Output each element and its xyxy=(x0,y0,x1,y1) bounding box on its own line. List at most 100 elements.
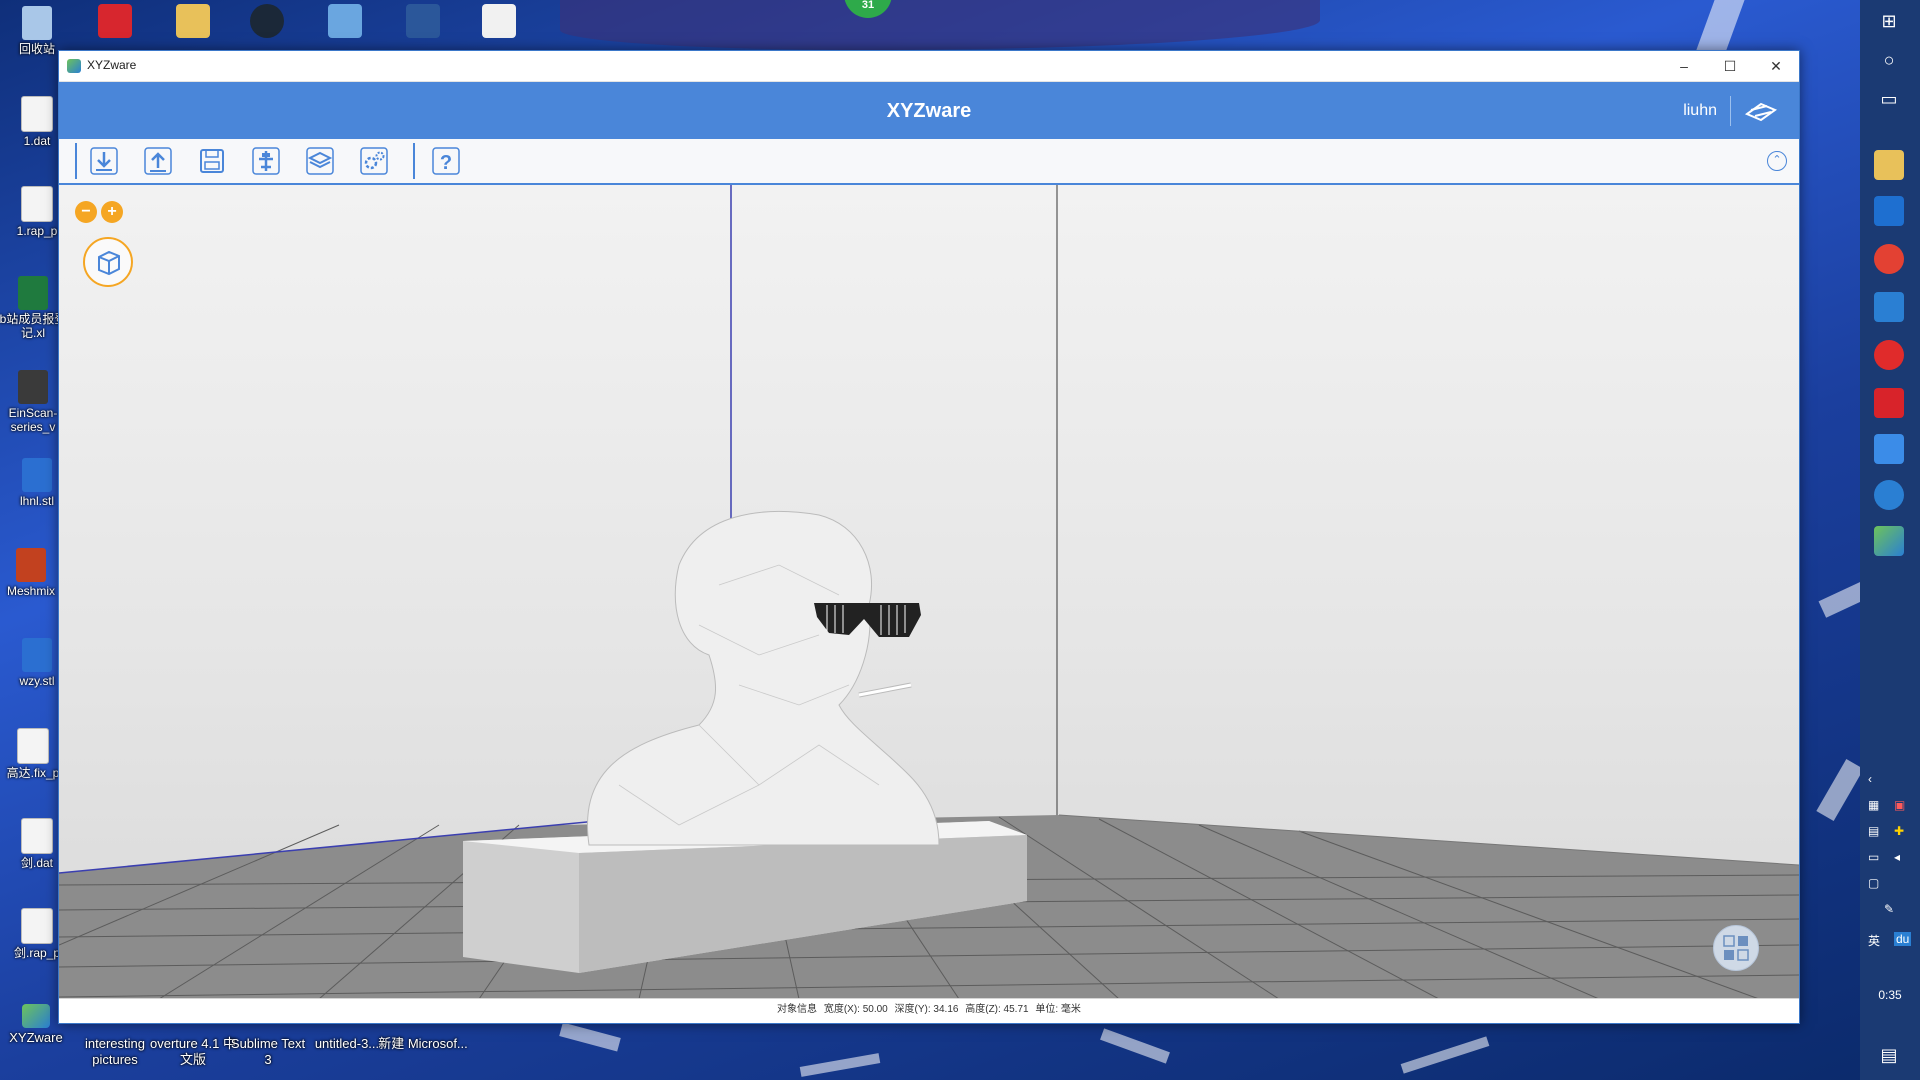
window-title: XYZware xyxy=(87,58,137,72)
adobe-cc-icon[interactable] xyxy=(98,4,132,38)
scene-grid xyxy=(59,185,1799,999)
meshmixer-icon xyxy=(16,548,46,582)
desktop-icon-label: Sublime Text 3 xyxy=(230,1036,306,1067)
tray-icon[interactable]: ▦ xyxy=(1868,798,1879,812)
close-button[interactable]: ✕ xyxy=(1753,51,1799,81)
zoom-in-button[interactable]: + xyxy=(101,201,123,223)
settings-button[interactable] xyxy=(357,145,391,177)
scanner-app-icon xyxy=(18,370,48,404)
file-icon xyxy=(17,728,49,764)
status-object-info-label: 对象信息 xyxy=(777,1004,818,1015)
view-layout-button[interactable] xyxy=(1713,925,1759,971)
file-icon xyxy=(21,818,53,854)
save-button[interactable] xyxy=(195,145,229,177)
tray-icon[interactable]: ✚ xyxy=(1894,824,1904,838)
chrome-icon[interactable] xyxy=(1874,244,1904,274)
steam-icon[interactable] xyxy=(250,4,284,38)
import-button[interactable] xyxy=(87,145,121,177)
xyz-logo-icon[interactable] xyxy=(1743,96,1779,126)
header-divider xyxy=(1730,96,1731,126)
tray-icon[interactable]: ▤ xyxy=(1868,824,1879,838)
app-name: XYZware xyxy=(886,100,972,122)
gear-icon xyxy=(360,147,388,175)
chevron-left-icon[interactable]: ‹ xyxy=(1868,772,1872,786)
desktop-icon-label: overture 4.1 中文版 xyxy=(150,1036,236,1067)
stl-file-icon xyxy=(22,458,52,492)
word-icon[interactable] xyxy=(406,4,440,38)
desktop-icon-overture[interactable]: overture 4.1 中文版 xyxy=(148,1036,238,1068)
qq-icon[interactable] xyxy=(1874,480,1904,510)
app-header: XYZware liuhn xyxy=(59,82,1799,139)
layers-icon xyxy=(306,147,334,175)
ime-label[interactable]: 英 xyxy=(1868,932,1880,949)
clock[interactable]: 0:35 xyxy=(1860,988,1920,1002)
import-icon xyxy=(90,147,118,175)
view-layout-icon xyxy=(1723,935,1749,961)
notification-center-icon[interactable]: ▤ xyxy=(1874,1040,1904,1070)
status-depth: 深度(Y): 34.16 xyxy=(894,1004,959,1015)
toolbar-divider xyxy=(75,143,77,179)
formula-icon[interactable] xyxy=(482,4,516,38)
maximize-button[interactable]: ☐ xyxy=(1707,51,1753,81)
desktop-icon-folder[interactable]: interesting pictures xyxy=(70,1036,160,1068)
3d-viewport[interactable]: − + xyxy=(59,185,1799,999)
window-titlebar[interactable]: XYZware – ☐ ✕ xyxy=(59,51,1799,82)
zoom-out-button[interactable]: − xyxy=(75,201,97,223)
desktop-icon-recycle-bin[interactable]: 回收站 xyxy=(2,6,72,56)
cube-icon xyxy=(98,250,120,276)
battery-icon[interactable]: ▭ xyxy=(1868,850,1879,864)
spreadsheet-icon xyxy=(18,276,48,310)
help-icon: ? xyxy=(432,147,460,175)
volume-icon[interactable]: ◂ xyxy=(1894,850,1900,864)
app-icon xyxy=(67,59,81,73)
export-icon xyxy=(144,147,172,175)
mail-icon[interactable] xyxy=(1874,292,1904,322)
file-icon xyxy=(21,96,53,132)
desktop-icon-label: 新建 Microsof... xyxy=(378,1036,468,1051)
baidu-netdisk-icon[interactable] xyxy=(1874,434,1904,464)
tray-icon[interactable]: ▣ xyxy=(1894,798,1905,812)
desktop-icon-meshmixer[interactable]: Meshmix xyxy=(0,548,66,598)
help-button[interactable]: ? xyxy=(429,145,463,177)
network-icon[interactable]: ▢ xyxy=(1868,876,1879,890)
username[interactable]: liuhn xyxy=(1683,102,1717,120)
toolbar-divider xyxy=(413,143,415,179)
desktop-icon-sublime[interactable]: Sublime Text 3 xyxy=(228,1036,308,1068)
ime-du-badge[interactable]: du xyxy=(1894,932,1912,946)
status-unit: 单位: 毫米 xyxy=(1035,1004,1081,1015)
start-button[interactable]: ⊞ xyxy=(1874,6,1904,36)
wallpaper-figure xyxy=(560,0,1320,50)
minimize-button[interactable]: – xyxy=(1661,51,1707,81)
slice-button[interactable] xyxy=(303,145,337,177)
desktop-icon-label: Meshmix xyxy=(6,584,55,598)
recycle-bin-icon xyxy=(22,6,52,40)
status-bar: 对象信息 宽度(X): 50.00 深度(Y): 34.16 高度(Z): 45… xyxy=(59,998,1799,1023)
youdao-icon[interactable] xyxy=(1874,388,1904,418)
export-button[interactable] xyxy=(141,145,175,177)
task-view-icon[interactable]: ▭ xyxy=(1874,84,1904,114)
desktop-icon-column: 回收站 1.dat 1.rap_p b站成员报登记.xl EinScan-ser… xyxy=(0,0,66,1080)
view-cube-button[interactable] xyxy=(83,237,133,287)
edge-icon[interactable] xyxy=(1874,196,1904,226)
file-explorer-icon[interactable] xyxy=(1874,150,1904,180)
taskbar: ⊞ ○ ▭ ‹ ▦ ▣ ▤ ✚ ▭ ◂ ▢ ✎ 英 du 0:35 ▤ xyxy=(1860,0,1920,1080)
app-window: XYZware – ☐ ✕ XYZware liuhn ? ⌃ − + 对象信息… xyxy=(58,50,1800,1024)
wallpaper-shard xyxy=(1100,1028,1170,1064)
wallpaper-shard xyxy=(799,1053,881,1077)
stl-file-icon xyxy=(22,638,52,672)
folder-icon[interactable] xyxy=(176,4,210,38)
wallpaper-shard xyxy=(1816,759,1864,821)
xyzware-taskbar-icon[interactable] xyxy=(1874,526,1904,556)
desktop-icon-new-doc[interactable]: 新建 Microsof... xyxy=(378,1036,468,1052)
print-button[interactable] xyxy=(249,145,283,177)
search-icon[interactable]: ○ xyxy=(1874,45,1904,75)
print-icon xyxy=(252,147,280,175)
pen-icon[interactable]: ✎ xyxy=(1884,902,1894,916)
xyzware-shortcut-icon xyxy=(22,1004,50,1028)
file-icon xyxy=(21,186,53,222)
desktop-icon-label: interesting pictures xyxy=(85,1036,145,1067)
collapse-toolbar-button[interactable]: ⌃ xyxy=(1767,151,1787,171)
computer-icon[interactable] xyxy=(328,4,362,38)
music-icon[interactable] xyxy=(1874,340,1904,370)
wallpaper-shard xyxy=(559,1022,621,1052)
